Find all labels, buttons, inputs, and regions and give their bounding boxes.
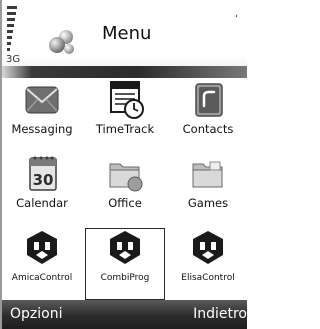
grid-item-timetrack[interactable]: TimeTrack (85, 80, 165, 152)
grid-item-label: Calendar (16, 196, 68, 210)
envelope-icon (22, 80, 62, 122)
softkey-bar: Opzioni Indietro (2, 300, 247, 329)
grid-item-label: AmicaControl (11, 273, 73, 283)
corner-mark: ʻ (235, 14, 239, 25)
grid-item-amicacontrol[interactable]: AmicaControl (2, 228, 82, 300)
calendar-30-icon: 30 (22, 154, 62, 196)
options-softkey[interactable]: Opzioni (10, 306, 62, 322)
grid-item-label: CombiProg (100, 273, 150, 283)
back-softkey[interactable]: Indietro (193, 306, 247, 322)
folder-games-icon (188, 154, 228, 196)
robot-shield-icon (22, 228, 62, 270)
phone-screen: 3G Menu ʻ Messaging TimeTrack Contacts 3… (0, 0, 247, 329)
network-type-label: 3G (6, 54, 21, 65)
grid-item-label: Games (187, 196, 229, 210)
grid-item-contacts[interactable]: Contacts (168, 80, 247, 152)
grid-item-office[interactable]: Office (85, 154, 165, 226)
calendar-clock-icon (105, 80, 145, 122)
page-title: Menu (102, 23, 152, 44)
robot-shield-icon (105, 228, 145, 270)
folder-office-icon (105, 154, 145, 196)
signal-strength-icon (7, 6, 23, 58)
grid-item-combiprog[interactable]: CombiProg (85, 228, 165, 300)
contacts-card-icon (188, 80, 228, 122)
status-header: 3G Menu ʻ (2, 0, 247, 78)
app-grid: Messaging TimeTrack Contacts 30 Calendar… (2, 80, 247, 300)
grid-item-label: Contacts (182, 122, 234, 136)
robot-shield-icon (188, 228, 228, 270)
grid-item-label: ElisaControl (181, 273, 235, 283)
grid-item-label: TimeTrack (95, 122, 155, 136)
menu-balls-icon (48, 28, 76, 56)
header-band (2, 66, 247, 78)
grid-item-messaging[interactable]: Messaging (2, 80, 82, 152)
grid-item-elisacontrol[interactable]: ElisaControl (168, 228, 247, 300)
grid-item-calendar[interactable]: 30 Calendar (2, 154, 82, 226)
grid-item-label: Office (108, 196, 142, 210)
svg-text:30: 30 (33, 171, 54, 189)
grid-item-label: Messaging (11, 122, 73, 136)
grid-item-games[interactable]: Games (168, 154, 247, 226)
